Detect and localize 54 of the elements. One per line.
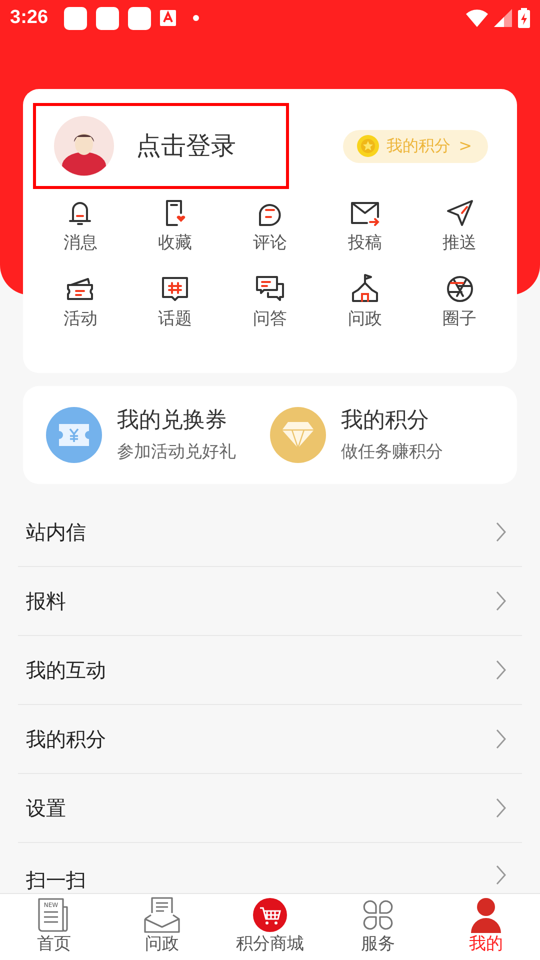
reward-title: 我的兑换券	[117, 407, 228, 436]
person-icon	[468, 897, 504, 933]
menu-row[interactable]: 设置	[18, 774, 522, 843]
chevron-right-icon	[496, 591, 506, 611]
wifi-icon	[466, 9, 488, 27]
signal-icon	[494, 9, 512, 27]
menu-row[interactable]: 我的积分	[18, 705, 522, 774]
menu-label: 扫一扫	[26, 867, 86, 894]
tab-bar-item[interactable]: 积分商城	[216, 897, 324, 960]
chevron-right-icon	[496, 865, 506, 885]
battery-icon	[518, 8, 530, 28]
menu-label: 我的积分	[26, 726, 106, 753]
menu-row[interactable]: 扫一扫	[18, 843, 522, 892]
menu-row[interactable]: 报料	[18, 567, 522, 636]
notification-icon	[128, 6, 152, 30]
shortcut-button[interactable]: 评论	[222, 197, 318, 256]
tab-bar-item[interactable]: 我的	[432, 897, 540, 960]
tab-bar-item[interactable]: 问政	[108, 897, 216, 960]
menu-label: 站内信	[26, 519, 86, 546]
shortcut-button[interactable]: 问政	[317, 272, 412, 332]
shortcut-button[interactable]: 收藏	[128, 197, 223, 256]
chevron-right-icon	[496, 522, 506, 542]
notification-icon	[64, 6, 88, 30]
chevron-right-icon	[496, 660, 506, 680]
shortcut-button[interactable]: 话题	[128, 272, 223, 332]
shortcut-button[interactable]: 圈子	[412, 272, 507, 332]
shortcut-button[interactable]: 推送	[412, 197, 507, 256]
menu-row[interactable]: 我的互动	[18, 636, 522, 705]
app-icon	[160, 10, 176, 26]
chevron-right-icon	[496, 798, 506, 818]
star-coin-icon	[356, 135, 379, 157]
menu-label: 报料	[26, 588, 66, 615]
points-badge-arrow: >	[458, 135, 472, 157]
menu-label: 设置	[26, 795, 66, 822]
login-button[interactable]: 点击登录	[33, 103, 289, 189]
avatar-icon	[54, 116, 114, 176]
menu-row[interactable]: 站内信	[18, 498, 522, 567]
shortcut-button[interactable]: 消息	[33, 197, 128, 256]
shortcut-button[interactable]: 问答	[222, 272, 318, 332]
envelope-letter-icon	[144, 897, 180, 933]
reward-entry[interactable]: 我的兑换券 参加活动兑好礼	[46, 404, 270, 466]
chevron-right-icon	[496, 729, 506, 749]
shortcut-button[interactable]: 投稿	[317, 197, 412, 256]
notification-icon	[96, 6, 120, 30]
reward-subtitle: 做任务赚积分	[341, 441, 443, 464]
tab-bar-item[interactable]: 服务	[324, 897, 432, 960]
status-time: 3:26	[10, 6, 48, 30]
reward-subtitle: 参加活动兑好礼	[117, 441, 236, 464]
shopping-cart-icon	[252, 897, 288, 933]
shortcut-button[interactable]: 活动	[33, 272, 128, 332]
points-badge-label: 我的积分	[386, 135, 451, 157]
reward-entry[interactable]: 我的积分 做任务赚积分	[270, 404, 494, 466]
reward-title: 我的积分	[341, 407, 430, 436]
menu-label: 我的互动	[26, 657, 106, 684]
